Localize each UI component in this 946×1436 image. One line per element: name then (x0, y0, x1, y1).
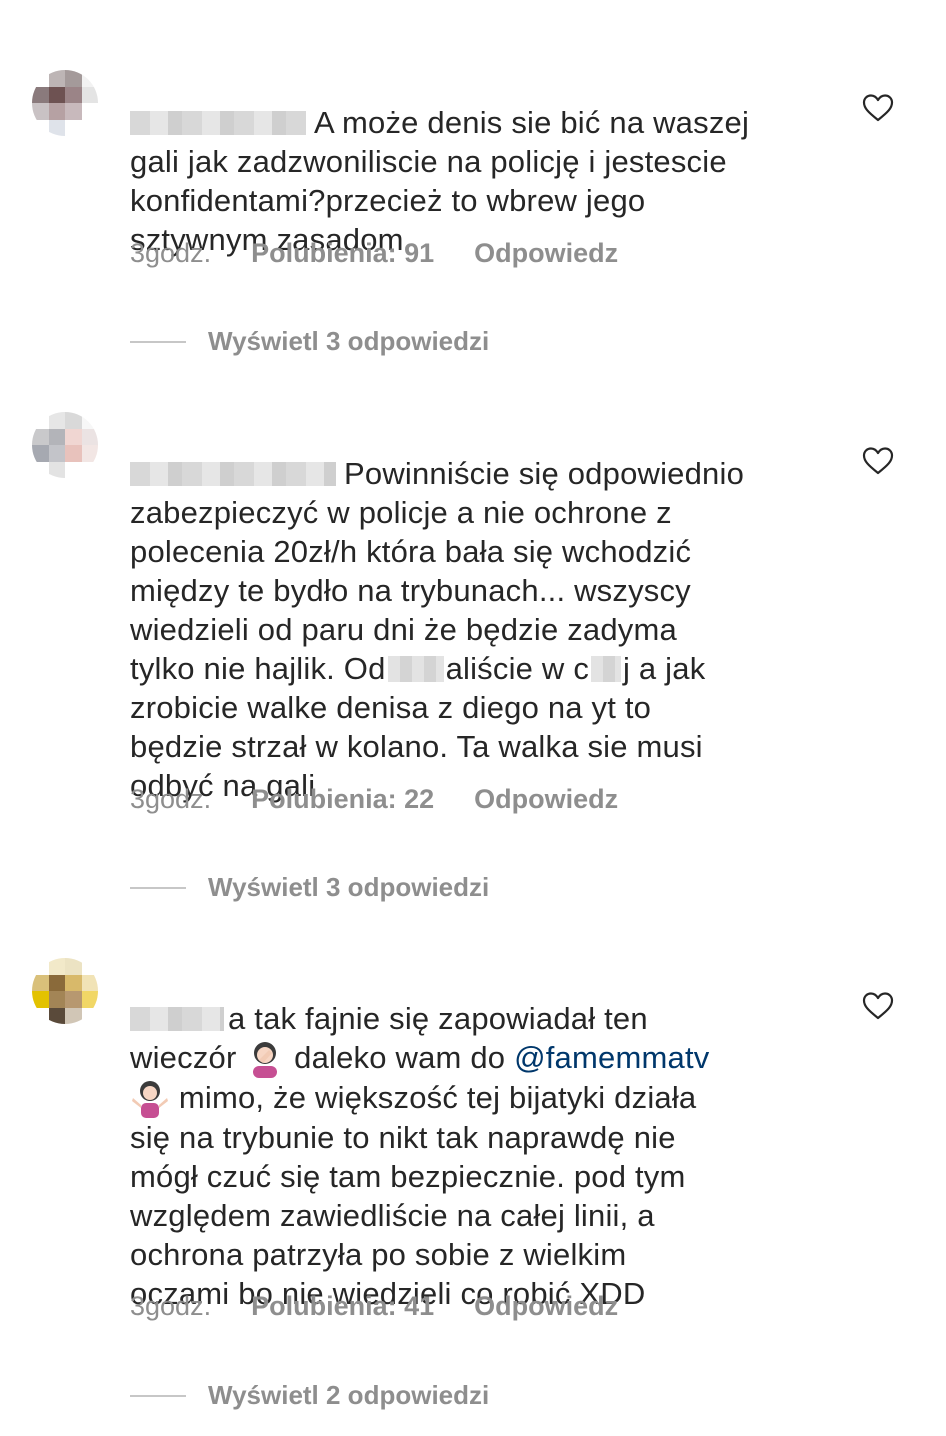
comment-text: Powinniście się odpowiednio zabezpieczyć… (130, 456, 745, 803)
username-blurred[interactable] (130, 111, 306, 135)
avatar-pixel (48, 991, 65, 1008)
woman-shrugging-emoji (132, 1081, 168, 1118)
reply-button[interactable]: Odpowiedz (474, 784, 618, 815)
avatar-pixel (81, 445, 98, 462)
replies-divider (130, 886, 186, 889)
avatar-pixel (48, 1007, 65, 1024)
avatar-pixel (65, 70, 82, 87)
avatar-pixel (48, 86, 65, 103)
avatar-pixel (65, 974, 82, 991)
avatar-pixel (65, 119, 82, 136)
avatar-pixel (81, 412, 98, 429)
heart-icon[interactable] (862, 991, 894, 1021)
likes-count[interactable]: Polubienia: 91 (251, 238, 434, 269)
heart-icon[interactable] (862, 93, 894, 123)
replies-divider (130, 1394, 186, 1397)
mention-link[interactable]: @famemmatv (514, 1040, 709, 1075)
avatar-pixel (32, 445, 49, 462)
avatar-pixel (65, 412, 82, 429)
avatar-pixel (65, 86, 82, 103)
comment-meta: 3godz. Polubienia: 22 Odpowiedz (130, 784, 618, 815)
avatar-pixel (32, 461, 49, 478)
avatar-pixel (48, 119, 65, 136)
avatar-pixel (48, 958, 65, 975)
avatar-pixel (65, 461, 82, 478)
avatar-pixel (32, 103, 49, 120)
timestamp: 3godz. (130, 784, 212, 814)
avatar-pixel (32, 991, 49, 1008)
avatar-pixel (65, 428, 82, 445)
avatar-pixel (81, 974, 98, 991)
avatar-pixel (65, 991, 82, 1008)
avatar-pixel (48, 461, 65, 478)
avatar-pixel (81, 103, 98, 120)
avatar-pixel (81, 86, 98, 103)
avatar-pixel (48, 70, 65, 87)
avatar-pixel (65, 103, 82, 120)
avatar-pixel (32, 70, 49, 87)
heart-icon[interactable] (862, 446, 894, 476)
avatar-pixel (81, 119, 98, 136)
avatar-pixel (48, 445, 65, 462)
avatar-pixel (32, 119, 49, 136)
timestamp: 3godz. (130, 1291, 212, 1321)
avatar-pixel (32, 974, 49, 991)
avatar-pixel (81, 1007, 98, 1024)
avatar[interactable] (32, 958, 98, 1024)
reply-button[interactable]: Odpowiedz (474, 1291, 618, 1322)
avatar-pixel (81, 428, 98, 445)
comment-meta: 3godz. Polubienia: 91 Odpowiedz (130, 238, 618, 269)
avatar-pixel (48, 974, 65, 991)
avatar-pixel (32, 412, 49, 429)
censored-text (591, 656, 622, 682)
comment-text: A może denis sie bić na waszej gali jak … (130, 105, 750, 257)
avatar-pixel (65, 958, 82, 975)
timestamp: 3godz. (130, 238, 212, 268)
username-blurred[interactable] (130, 462, 336, 486)
avatar[interactable] (32, 412, 98, 478)
likes-count[interactable]: Polubienia: 22 (251, 784, 434, 815)
avatar-pixel (81, 958, 98, 975)
username-blurred[interactable] (130, 1007, 224, 1031)
avatar-pixel (81, 461, 98, 478)
avatar-pixel (48, 412, 65, 429)
likes-count[interactable]: Polubienia: 41 (251, 1291, 434, 1322)
avatar-pixel (48, 103, 65, 120)
view-replies-button[interactable]: Wyświetl 3 odpowiedzi (130, 872, 489, 903)
avatar-pixel (48, 428, 65, 445)
censored-text (387, 656, 444, 682)
avatar-pixel (32, 1007, 49, 1024)
avatar-pixel (32, 428, 49, 445)
replies-divider (130, 340, 186, 343)
woman-facepalming-emoji (253, 1042, 278, 1078)
view-replies-button[interactable]: Wyświetl 3 odpowiedzi (130, 326, 489, 357)
avatar-pixel (65, 445, 82, 462)
avatar-pixel (65, 1007, 82, 1024)
avatar-pixel (81, 70, 98, 87)
reply-button[interactable]: Odpowiedz (474, 238, 618, 269)
avatar-pixel (32, 86, 49, 103)
comment-meta: 3godz. Polubienia: 41 Odpowiedz (130, 1291, 618, 1322)
avatar-pixel (81, 991, 98, 1008)
comment-text: a tak fajnie się zapowiadał ten wieczór … (130, 1001, 710, 1311)
avatar-pixel (32, 958, 49, 975)
view-replies-button[interactable]: Wyświetl 2 odpowiedzi (130, 1380, 489, 1411)
avatar[interactable] (32, 70, 98, 136)
